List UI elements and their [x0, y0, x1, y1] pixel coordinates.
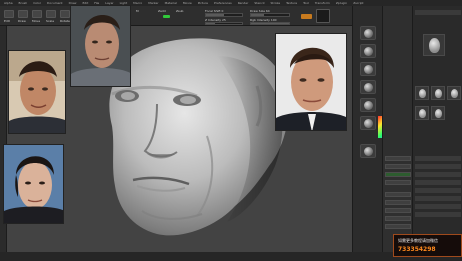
palette-row-2[interactable]	[415, 164, 461, 169]
panel-row-7[interactable]	[385, 216, 411, 221]
panel-row-5[interactable]	[385, 200, 411, 205]
watermark-line-1: 如需更多教程请加微信	[398, 238, 438, 243]
edit-label: Edit	[4, 19, 10, 23]
watermark-badge: 如需更多教程请加微信 733354298	[393, 234, 462, 257]
material-icon[interactable]	[360, 144, 376, 158]
clay-brush-icon[interactable]	[360, 62, 376, 76]
mid-panel	[382, 6, 412, 252]
smooth-brush-icon[interactable]	[360, 98, 376, 112]
palette-row-5[interactable]	[415, 188, 461, 193]
palette-header[interactable]	[415, 10, 461, 15]
sphere-brush-icon[interactable]	[360, 26, 376, 40]
panel-row-4[interactable]	[385, 192, 411, 197]
zadd-toggle[interactable]	[163, 15, 170, 18]
palette-row-1[interactable]	[415, 156, 461, 161]
scale-label: Scale	[46, 19, 55, 23]
panel-row-2[interactable]	[385, 164, 411, 169]
tool-palette	[412, 6, 462, 252]
rotate-label: Rotate	[60, 19, 70, 23]
reference-photo-2	[70, 5, 131, 87]
palette-row-6[interactable]	[415, 196, 461, 201]
palette-row-4[interactable]	[415, 180, 461, 185]
watermark-line-2: 733354298	[398, 246, 436, 253]
panel-row-8[interactable]	[385, 224, 411, 229]
right-shelf	[352, 6, 400, 252]
draw-size-slider[interactable]	[250, 13, 290, 17]
tool-thumbnail[interactable]	[423, 34, 445, 56]
z-intensity-slider[interactable]	[205, 22, 243, 25]
edit-button[interactable]	[4, 10, 14, 18]
panel-row-1[interactable]	[385, 156, 411, 161]
rgb-intensity-slider[interactable]	[250, 22, 290, 25]
zsub-label[interactable]: Zsub	[176, 9, 183, 13]
m-toggle[interactable]: M	[136, 9, 139, 13]
material-swatch[interactable]	[316, 9, 330, 23]
panel-row-3[interactable]	[385, 180, 411, 185]
zbrush-window: Alpha Brush Color Document Draw Edit File Layer…	[0, 0, 462, 261]
subtool-thumb-3[interactable]	[447, 86, 461, 100]
dam-standard-brush-icon[interactable]	[360, 116, 376, 130]
standard-brush-icon[interactable]	[360, 44, 376, 58]
focal-shift-slider[interactable]	[205, 13, 243, 17]
subtool-thumb-1[interactable]	[415, 86, 429, 100]
subtool-thumb-5[interactable]	[431, 106, 445, 120]
dynamic-button[interactable]	[301, 14, 312, 19]
move-brush-icon[interactable]	[360, 80, 376, 94]
palette-row-3[interactable]	[415, 172, 461, 177]
zadd-label: Zadd	[158, 9, 166, 13]
top-shelf: Edit Draw Move Scale Rotate Mrgb Rgb M Z…	[0, 6, 358, 26]
rotate-button[interactable]	[60, 10, 70, 18]
scale-button[interactable]	[46, 10, 56, 18]
panel-row-6[interactable]	[385, 208, 411, 213]
palette-row-8[interactable]	[415, 212, 461, 217]
reference-photo-3	[275, 33, 347, 131]
reference-photo-1	[8, 50, 66, 134]
panel-row-active[interactable]	[385, 172, 411, 177]
subtool-thumb-2[interactable]	[431, 86, 445, 100]
move-button[interactable]	[32, 10, 42, 18]
draw-label: Draw	[18, 19, 26, 23]
draw-button[interactable]	[18, 10, 28, 18]
subtool-thumb-4[interactable]	[415, 106, 429, 120]
reference-photo-4	[3, 144, 64, 224]
move-label: Move	[32, 19, 41, 23]
palette-row-7[interactable]	[415, 204, 461, 209]
